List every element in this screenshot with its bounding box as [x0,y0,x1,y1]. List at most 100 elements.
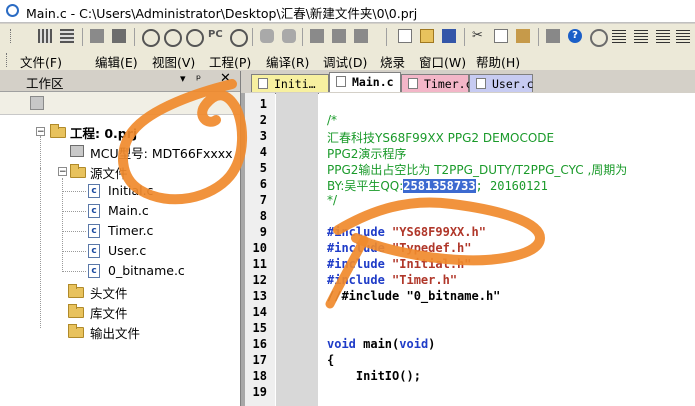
step-into-icon[interactable] [140,27,160,47]
new-file-icon[interactable] [396,27,414,45]
dropdown-icon[interactable]: ▾ [180,72,186,85]
find-icon[interactable] [588,27,608,47]
tab-initial[interactable]: Initi… [251,74,329,92]
menu-edit[interactable]: 编辑(E) [95,52,138,71]
close-icon[interactable]: ✕ [220,71,231,86]
code-line: PPG2输出占空比为 T2PPG_DUTY/T2PPG_CYC ,周期为 [327,163,628,177]
step-over-icon[interactable] [162,27,182,47]
help-icon[interactable]: ? [566,27,584,45]
tree-lib-folder[interactable]: 库文件 [0,301,240,321]
tab-user[interactable]: User.c [469,74,534,92]
title-bar: Main.c - C:\Users\Administrator\Desktop\… [0,0,695,23]
tab-timer[interactable]: Timer.c [401,74,472,92]
window-title: Main.c - C:\Users\Administrator\Desktop\… [26,6,418,21]
line-number: 2 [259,113,267,127]
workspace-title: 工作区 [26,76,64,91]
compile-icon[interactable] [88,27,106,45]
folder-icon [68,324,84,338]
memory-icon[interactable] [352,27,370,45]
code-line: #include "Typedef.h" [327,241,472,255]
grid-icon[interactable] [36,27,54,45]
line-number: 18 [252,369,267,383]
line-number: 12 [252,273,267,287]
cut-icon[interactable]: ✂ [470,27,488,45]
menu-grip [6,53,10,67]
indent-icon[interactable] [654,27,672,45]
breakpoint-column[interactable] [276,93,318,406]
menu-compile[interactable]: 编译(R) [266,52,309,71]
pin-icon[interactable]: ᵖ [196,72,201,86]
code-area[interactable]: /* 汇春科技YS68F99XX PPG2 DEMOCODE PPG2演示程序 PPG… [319,93,695,406]
open-folder-icon[interactable] [418,27,436,45]
tree-output-folder[interactable]: 输出文件 [0,321,240,341]
hand-stop-icon[interactable] [280,27,298,45]
menu-view[interactable]: 视图(V) [152,52,195,71]
folder-icon [70,164,86,178]
c-file-icon: c [88,224,100,238]
collapse-icon[interactable]: − [36,127,45,137]
workspace-header: 工作区 ▾ ᵖ ✕ [0,71,240,92]
save-icon[interactable] [440,27,458,45]
menu-project[interactable]: 工程(P) [209,52,251,71]
grip-icon [8,27,26,45]
line-number: 8 [259,209,267,223]
reset-icon[interactable] [308,27,326,45]
app-icon [6,4,19,17]
project-tool-icon[interactable] [30,96,44,110]
workspace-pane: 工作区 ▾ ᵖ ✕ − 工程: 0.prj MCU型号: MDT66Fxxxx … [0,71,241,406]
tree-source-folder[interactable]: − 源文件 [0,161,240,181]
folder-icon [68,284,84,298]
align-left-icon[interactable] [610,27,628,45]
file-icon [336,76,346,87]
line-number: 19 [252,385,267,399]
build-icon[interactable] [110,27,128,45]
menu-debug[interactable]: 调试(D) [323,52,367,71]
tree-project[interactable]: − 工程: 0.prj [0,121,240,141]
folder-icon [68,304,84,318]
code-line: #include "Initial.h" [327,257,472,271]
file-icon [476,78,486,89]
menu-bar: 文件(F) 编辑(E) 视图(V) 工程(P) 编译(R) 调试(D) 烧录 窗… [0,50,695,70]
tree-file[interactable]: c 0_bitname.c [0,261,240,281]
print-icon[interactable] [544,27,562,45]
watch-icon[interactable] [330,27,348,45]
workspace-toolbar [0,92,240,115]
tree-file[interactable]: c Timer.c [0,221,240,241]
menu-burn[interactable]: 烧录 [380,52,405,71]
line-number: 3 [259,129,267,143]
outdent-icon[interactable] [674,27,692,45]
run-icon[interactable] [228,27,248,47]
collapse-icon[interactable]: − [58,167,67,177]
code-line: InitIO(); [327,369,421,383]
paste-icon[interactable] [514,27,532,45]
folder-icon [50,124,66,138]
code-line: void main(void) [327,337,436,351]
code-line: { [327,353,335,367]
code-line: 汇春科技YS68F99XX PPG2 DEMOCODE [327,131,555,145]
menu-file[interactable]: 文件(F) [20,52,62,71]
line-number: 17 [252,353,267,367]
c-file-icon: c [88,204,100,218]
c-file-icon: c [88,244,100,258]
line-number: 9 [259,225,267,239]
copy-icon[interactable] [492,27,510,45]
tab-main[interactable]: Main.c [329,72,401,92]
step-out-icon[interactable] [184,27,204,47]
align-right-icon[interactable] [632,27,650,45]
grid2-icon[interactable] [58,27,76,45]
pc-icon[interactable]: PC [206,27,224,45]
code-editor: Initi… Main.c Timer.c User.c 1 2 3 4 5 6 7 8 9 10… [241,71,695,406]
line-number: 10 [252,241,267,255]
menu-help[interactable]: 帮助(H) [476,52,520,71]
tree-mcu[interactable]: MCU型号: MDT66Fxxxx [0,141,240,161]
menu-window[interactable]: 窗口(W) [419,52,466,71]
hand-icon[interactable] [258,27,276,45]
tree-file[interactable]: c User.c [0,241,240,261]
line-number: 4 [259,145,267,159]
file-icon [258,78,268,89]
tree-header-folder[interactable]: 头文件 [0,281,240,301]
line-number: 15 [252,321,267,335]
tree-file[interactable]: c Main.c [0,201,240,221]
tree-file[interactable]: c Initial.c [0,181,240,201]
code-line: #include "Timer.h" [327,273,458,287]
